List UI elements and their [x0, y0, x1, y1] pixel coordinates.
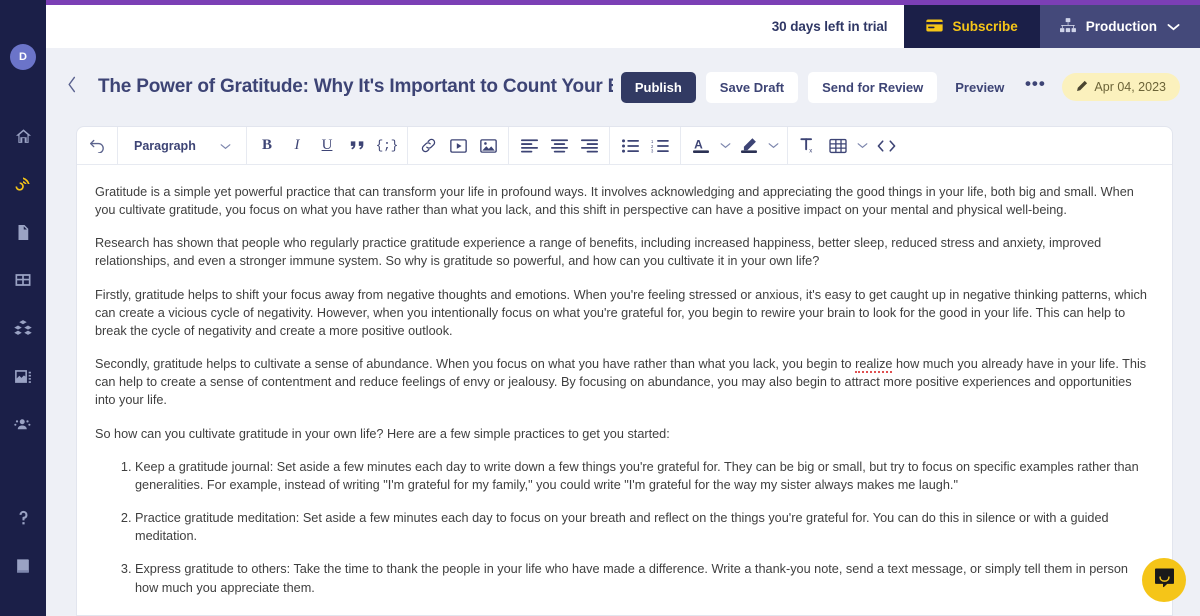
chat-launcher-button[interactable] [1142, 558, 1186, 602]
toolbar-group-tools: x [788, 127, 906, 164]
help-icon [14, 508, 33, 528]
collections-icon [13, 270, 33, 290]
paragraph: Firstly, gratitude helps to shift your f… [95, 287, 1147, 338]
save-draft-button[interactable]: Save Draft [705, 71, 799, 103]
docs-icon [13, 556, 33, 576]
toolbar-group-block-style: Paragraph [118, 127, 247, 164]
sidebar-item-pages[interactable] [0, 208, 46, 256]
page-title: The Power of Gratitude: Why It's Importa… [98, 76, 613, 97]
subscribe-button[interactable]: Subscribe [904, 5, 1040, 48]
trial-status-text: 30 days left in trial [771, 19, 888, 34]
list-intro-paragraph: So how can you cultivate gratitude in yo… [95, 426, 670, 441]
link-icon[interactable] [413, 127, 443, 165]
sidebar-item-help[interactable] [0, 494, 46, 542]
chevron-down-icon [220, 139, 231, 153]
misspelled-word[interactable]: realize [855, 357, 893, 374]
toolbar-group-insert [408, 127, 509, 164]
video-icon[interactable] [443, 127, 473, 165]
undo-icon[interactable] [82, 127, 112, 165]
send-for-review-button[interactable]: Send for Review [808, 71, 938, 103]
document-body[interactable]: Gratitude is a simple yet powerful pract… [77, 165, 1172, 615]
paragraph: Research has shown that people who regul… [95, 236, 1102, 269]
components-icon [13, 318, 33, 338]
publish-date-label: Apr 04, 2023 [1094, 80, 1166, 94]
block-style-select[interactable]: Paragraph [123, 127, 241, 165]
publish-button[interactable]: Publish [620, 71, 696, 103]
underline-icon[interactable]: U [312, 127, 342, 165]
sidebar-item-media[interactable] [0, 352, 46, 400]
paragraph: Gratitude is a simple yet powerful pract… [95, 185, 1134, 218]
align-left-icon[interactable] [514, 127, 544, 165]
avatar[interactable]: D [10, 44, 36, 70]
image-icon[interactable] [473, 127, 503, 165]
highlight-color-icon[interactable] [734, 127, 764, 165]
toolbar-group-inline-format: B I U {;} [247, 127, 408, 164]
chat-bubble-icon [1153, 566, 1176, 594]
pencil-icon [1076, 80, 1088, 95]
editor-card: Paragraph B I U {;} 1 2 3 A x Gratitude … [76, 126, 1173, 616]
inline-code-icon[interactable]: {;} [372, 127, 402, 165]
bullet-list-icon[interactable] [615, 127, 645, 165]
align-center-icon[interactable] [544, 127, 574, 165]
environment-switcher[interactable]: Production [1039, 5, 1200, 48]
text-color-icon[interactable]: A [686, 127, 716, 165]
clear-formatting-icon[interactable]: x [793, 127, 823, 165]
align-right-icon[interactable] [574, 127, 604, 165]
media-icon [13, 367, 33, 386]
preview-button[interactable]: Preview [947, 72, 1012, 103]
pages-icon [14, 223, 32, 242]
text-color-chevron-down-icon[interactable] [716, 127, 734, 165]
paragraph-with-spellcheck: Secondly, gratitude helps to cultivate a… [95, 355, 1148, 409]
list-item: Keep a gratitude journal: Set aside a fe… [135, 458, 1148, 494]
toolbar-group-history [77, 127, 118, 164]
back-button[interactable] [58, 72, 86, 102]
table-chevron-down-icon[interactable] [853, 127, 871, 165]
text-before-misspelling: Secondly, gratitude helps to cultivate a… [95, 357, 856, 372]
toolbar-group-colors: A [681, 127, 788, 164]
blockquote-icon[interactable] [342, 127, 372, 165]
svg-text:3: 3 [651, 148, 654, 152]
table-icon[interactable] [823, 127, 853, 165]
italic-icon[interactable]: I [282, 127, 312, 165]
toolbar-group-align [509, 127, 610, 164]
header-actions: Publish Save Draft Send for Review Previ… [620, 71, 1180, 103]
svg-text:x: x [809, 149, 812, 154]
highlight-color-chevron-down-icon[interactable] [764, 127, 782, 165]
chevron-down-icon [1167, 19, 1180, 34]
list-item: Practice gratitude meditation: Set aside… [135, 509, 1148, 545]
page-header: The Power of Gratitude: Why It's Importa… [46, 48, 1200, 126]
sidebar-item-home[interactable] [0, 112, 46, 160]
sidebar-item-components[interactable] [0, 304, 46, 352]
editor-wrapper: Paragraph B I U {;} 1 2 3 A x Gratitude … [46, 126, 1200, 616]
left-nav-rail: D [0, 0, 46, 616]
bold-icon[interactable]: B [252, 127, 282, 165]
numbered-list-icon[interactable]: 123 [645, 127, 675, 165]
audience-icon [13, 415, 33, 433]
publish-date-pill[interactable]: Apr 04, 2023 [1062, 73, 1180, 101]
sitemap-icon [1059, 17, 1076, 36]
rail-bottom-items [0, 494, 46, 616]
editor-toolbar: Paragraph B I U {;} 1 2 3 A x [77, 127, 1172, 165]
sidebar-item-docs[interactable] [0, 542, 46, 590]
sidebar-item-collections[interactable] [0, 256, 46, 304]
environment-label: Production [1085, 19, 1157, 34]
top-bar: 30 days left in trial Subscribe Producti… [46, 5, 1200, 48]
home-icon [14, 127, 33, 146]
main-column: 30 days left in trial Subscribe Producti… [46, 0, 1200, 616]
list-item: Express gratitude to others: Take the ti… [135, 560, 1148, 596]
credit-card-icon [926, 18, 944, 35]
rail-nav-items [0, 112, 46, 448]
more-options-button[interactable]: ••• [1022, 74, 1048, 100]
sidebar-item-blog[interactable] [0, 160, 46, 208]
app-window: D 30 days left in trial Subscribe Produc… [0, 0, 1200, 616]
sidebar-item-audience[interactable] [0, 400, 46, 448]
toolbar-group-lists: 123 [610, 127, 681, 164]
source-code-icon[interactable] [871, 127, 901, 165]
blog-icon [13, 174, 33, 194]
chevron-left-icon [67, 76, 77, 98]
subscribe-label: Subscribe [952, 19, 1018, 34]
svg-text:A: A [694, 137, 703, 151]
numbered-list: Keep a gratitude journal: Set aside a fe… [95, 458, 1148, 597]
block-style-label: Paragraph [134, 138, 196, 153]
